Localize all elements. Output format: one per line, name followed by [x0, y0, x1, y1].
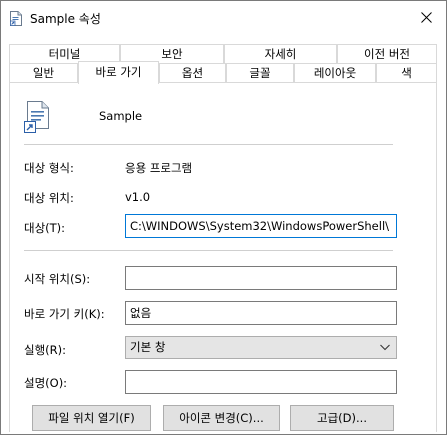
shortcut-name: Sample: [99, 109, 143, 123]
target-location-value: v1.0: [125, 190, 151, 204]
divider: [24, 144, 393, 145]
properties-window: Sample 속성 터미널 보안 자세히 이전 버전 일반 바로 가기 옵션 글…: [0, 0, 447, 435]
target-type-value: 응용 프로그램: [125, 161, 193, 175]
target-type-label: 대상 형식:: [24, 161, 74, 175]
tab-font[interactable]: 글꼴: [226, 63, 294, 82]
tab-shortcut[interactable]: 바로 가기: [78, 61, 159, 84]
advanced-button[interactable]: 고급(D)...: [290, 405, 394, 431]
comment-label: 설명(O):: [24, 376, 68, 390]
window-title: Sample 속성: [30, 12, 101, 26]
open-file-location-button[interactable]: 파일 위치 열기(F): [32, 405, 151, 431]
target-location-label: 대상 위치:: [24, 191, 74, 205]
shortcut-file-icon: [10, 11, 22, 26]
run-select[interactable]: 기본 창: [125, 336, 397, 359]
comment-input[interactable]: [125, 370, 397, 394]
hotkey-label: 바로 가기 키(K):: [24, 307, 105, 321]
run-select-value: 기본 창: [130, 340, 166, 354]
tab-previous-versions[interactable]: 이전 버전: [337, 44, 437, 63]
start-in-input[interactable]: [125, 266, 397, 290]
start-in-label: 시작 위치(S):: [24, 272, 91, 286]
tab-general[interactable]: 일반: [9, 63, 78, 82]
run-label: 실행(R):: [24, 343, 66, 357]
powershell-document-icon: [24, 101, 52, 133]
target-input[interactable]: C:\WINDOWS\System32\WindowsPowerShell\: [125, 214, 397, 238]
close-icon: [420, 11, 432, 23]
hotkey-input[interactable]: 없음: [125, 301, 397, 325]
change-icon-button[interactable]: 아이콘 변경(C)...: [163, 405, 280, 431]
tab-layout[interactable]: 레이아웃: [294, 63, 376, 82]
tab-options[interactable]: 옵션: [159, 63, 226, 82]
target-label: 대상(T):: [24, 221, 66, 235]
chevron-down-icon: [380, 344, 390, 351]
divider: [24, 250, 393, 251]
tab-details[interactable]: 자세히: [224, 44, 337, 63]
close-button[interactable]: [406, 1, 446, 33]
tab-colors[interactable]: 색: [376, 63, 437, 82]
title-bar: Sample 속성: [1, 1, 446, 33]
